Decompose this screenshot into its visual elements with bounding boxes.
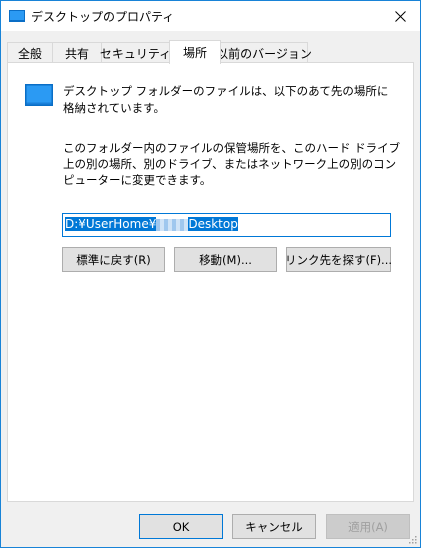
find-target-button[interactable]: リンク先を探す(F)... [285,247,392,272]
close-icon [394,10,406,22]
tab-sharing[interactable]: 共有 [52,42,102,63]
path-suffix: Desktop [188,217,238,231]
desktop-folder-icon [9,10,25,22]
title-bar[interactable]: デスクトップのプロパティ [1,1,420,31]
redacted-username [156,218,189,231]
restore-default-button[interactable]: 標準に戻す(R) [62,247,165,272]
tab-general[interactable]: 全般 [7,42,53,63]
tab-security[interactable]: セキュリティ [100,42,171,63]
location-description: デスクトップ フォルダーのファイルは、以下のあて先の場所に格納されています。 [63,84,389,115]
apply-button[interactable]: 適用(A) [326,514,410,539]
folder-path-input[interactable]: D:¥UserHome¥ Desktop [62,213,391,237]
cancel-button[interactable]: キャンセル [232,514,316,539]
tab-location[interactable]: 場所 [169,40,221,64]
move-button[interactable]: 移動(M)... [174,247,277,272]
tab-previous-versions[interactable]: 以前のバージョン [216,42,312,63]
close-button[interactable] [380,1,420,31]
desktop-icon [25,84,53,106]
resize-grip-icon[interactable] [407,534,417,544]
window-title: デスクトップのプロパティ [31,10,175,24]
change-location-description: このフォルダー内のファイルの保管場所を、このハード ドライブ上の別の場所、別のド… [63,141,401,187]
ok-button[interactable]: OK [139,514,223,539]
location-panel: デスクトップ フォルダーのファイルは、以下のあて先の場所に格納されています。 こ… [7,62,414,502]
properties-window: デスクトップのプロパティ 全般 共有 セキュリティ 場所 以前のバージョン デス… [0,0,421,548]
path-prefix: D:¥UserHome¥ [65,217,157,231]
